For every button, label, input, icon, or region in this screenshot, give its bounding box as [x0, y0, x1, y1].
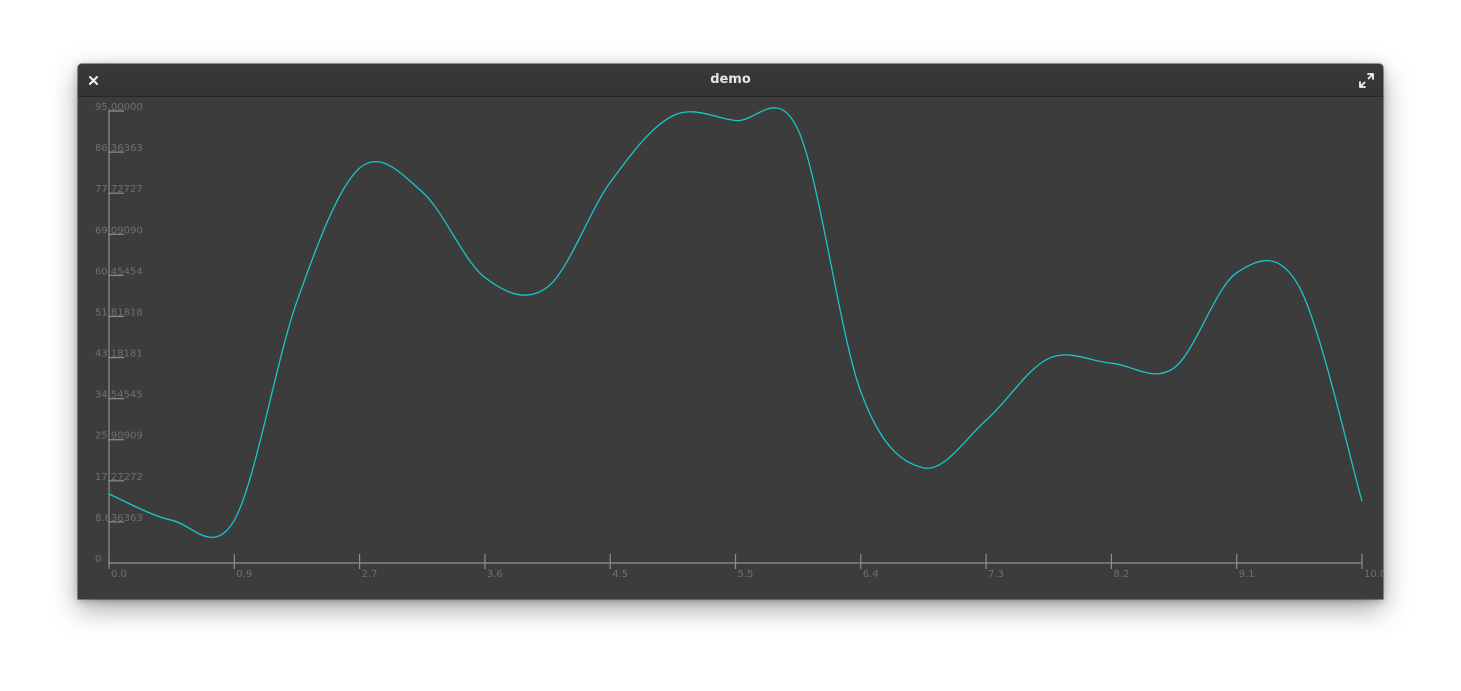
x-tick-label: 6.4	[863, 569, 879, 580]
x-tick-label: 5.5	[738, 569, 754, 580]
y-tick-label: 17.27272	[95, 472, 143, 483]
window-title: demo	[710, 72, 751, 87]
y-tick-label: 60.45454	[95, 266, 143, 277]
x-tick-label: 2.7	[362, 569, 378, 580]
y-tick-label: 8.636363	[95, 513, 143, 524]
x-tick-label: 7.3	[988, 569, 1004, 580]
y-tick-label: 86.36363	[95, 143, 143, 154]
maximize-icon	[1359, 73, 1374, 88]
x-tick-label: 0.9	[236, 569, 252, 580]
maximize-button[interactable]	[1357, 71, 1377, 91]
title-bar[interactable]: demo	[78, 64, 1383, 97]
y-tick-label: 69.09090	[95, 225, 143, 236]
x-tick-label: 8.2	[1113, 569, 1129, 580]
y-tick-label: 43.18181	[95, 349, 143, 360]
x-tick-label: 3.6	[487, 569, 503, 580]
y-tick-label: 95.00000	[95, 102, 143, 113]
x-tick-label: 9.1	[1239, 569, 1255, 580]
line-chart: 0 8.636363 17.27272 25.90909 34.54545 43.1818…	[95, 102, 1383, 580]
x-tick-label: 0.0	[111, 569, 127, 580]
x-tick-label: 10.0	[1364, 569, 1383, 580]
y-tick-label: 0	[95, 554, 101, 565]
x-tick-label: 4.5	[612, 569, 628, 580]
app-window: demo 0 8.636363 17.27272 25.90909 34.54545 43…	[78, 64, 1383, 599]
data-series-line	[108, 107, 1363, 539]
y-tick-label: 51.81818	[95, 307, 143, 318]
y-tick-label: 25.90909	[95, 431, 143, 442]
y-tick-label: 34.54545	[95, 390, 143, 401]
y-tick-label: 77.72727	[95, 184, 143, 195]
